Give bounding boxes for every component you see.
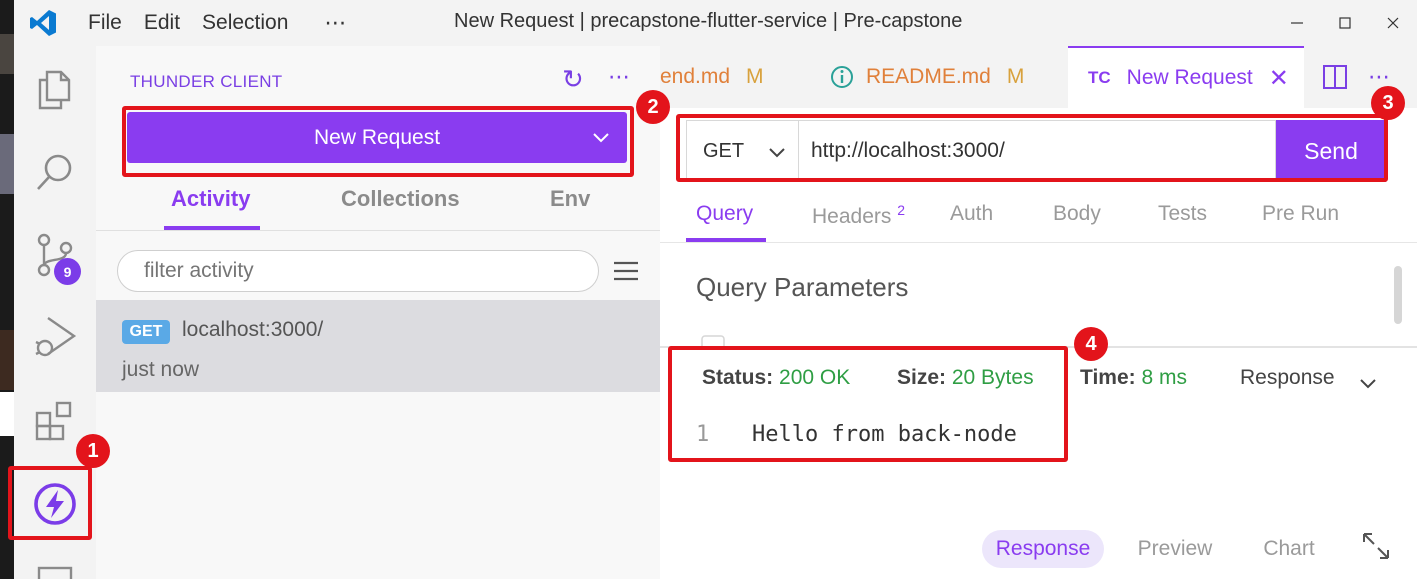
chevron-down-icon[interactable] (1358, 374, 1378, 394)
activity-list-item[interactable]: GET localhost:3000/ just now (96, 300, 660, 392)
tab-filename: README.md (866, 65, 991, 88)
query-parameters-title: Query Parameters (696, 272, 909, 302)
scrollbar[interactable] (1394, 266, 1402, 324)
headers-count: 2 (897, 202, 906, 218)
split-editor-icon[interactable] (1322, 64, 1348, 90)
time-label: Time: (1080, 366, 1136, 389)
menu-more-icon[interactable]: ⋯ (324, 10, 347, 36)
method-badge: GET (122, 320, 170, 344)
tab-collections[interactable]: Collections (341, 186, 460, 212)
annotation-box-4 (668, 346, 1068, 462)
sidebar-divider (96, 230, 660, 231)
accounts-icon[interactable] (32, 558, 78, 579)
vscode-logo-icon (14, 0, 72, 46)
info-icon (831, 66, 853, 88)
activity-time: just now (122, 358, 200, 381)
tab-body[interactable]: Body (1053, 202, 1101, 226)
tab-chart[interactable]: Chart (1254, 530, 1324, 568)
modified-flag: M (1006, 65, 1025, 88)
tab-response[interactable]: Response (982, 530, 1104, 568)
explorer-icon[interactable] (32, 66, 78, 112)
refresh-icon[interactable]: ↻ (562, 64, 584, 95)
source-control-badge: 9 (54, 258, 81, 285)
title-bar: File Edit Selection ⋯ New Request | prec… (14, 0, 1417, 46)
tab-pre-run[interactable]: Pre Run (1262, 202, 1339, 226)
desktop-thumbnail (0, 34, 14, 74)
filter-menu-icon[interactable] (612, 256, 640, 286)
minimize-icon[interactable] (1273, 0, 1321, 46)
response-view-tabs: Response Preview Chart (660, 530, 1417, 570)
modified-flag: M (746, 65, 764, 88)
tab-new-request[interactable]: TC New Request ✕ (1068, 46, 1304, 108)
request-tabs-divider (660, 242, 1417, 243)
menu-file[interactable]: File (88, 11, 122, 35)
tab-filename: end.md (660, 65, 731, 88)
editor-tabstrip: end.md M README.md M TC New Request ✕ ⋯ (660, 46, 1417, 108)
annotation-marker-3: 3 (1371, 86, 1405, 120)
annotation-box-2 (122, 106, 634, 177)
response-view-select[interactable]: Response (1240, 366, 1335, 390)
close-window-icon[interactable] (1369, 0, 1417, 46)
menu-edit[interactable]: Edit (144, 11, 180, 35)
run-debug-icon[interactable] (32, 314, 78, 360)
annotation-marker-2: 2 (636, 90, 670, 124)
time-info: Time: 8 ms (1080, 366, 1187, 390)
desktop-thumbnail (0, 134, 14, 194)
tab-activity[interactable]: Activity (171, 186, 250, 212)
desktop-thumbnail (0, 392, 14, 436)
search-icon[interactable] (32, 149, 78, 195)
request-tabs: Query Headers 2 Auth Body Tests Pre Run (660, 202, 1417, 242)
tab-tests[interactable]: Tests (1158, 202, 1207, 226)
tab-headers-label: Headers (812, 205, 892, 228)
tab-filename: New Request (1126, 66, 1253, 89)
maximize-icon[interactable] (1321, 0, 1369, 46)
filter-activity-input[interactable] (117, 250, 599, 292)
annotation-marker-1: 1 (76, 434, 110, 468)
sidebar-more-icon[interactable]: ⋯ (608, 64, 631, 90)
thunder-client-tab-icon: TC (1088, 68, 1111, 87)
desktop-thumbnail (0, 330, 14, 390)
tab-env[interactable]: Env (550, 186, 590, 212)
tab-end-md[interactable]: end.md M (660, 46, 800, 108)
menu-selection[interactable]: Selection (202, 11, 288, 35)
window-title: New Request | precapstone-flutter-servic… (454, 10, 963, 32)
annotation-box-1 (8, 466, 92, 540)
tab-readme-md[interactable]: README.md M (808, 46, 1038, 108)
tab-query[interactable]: Query (696, 202, 753, 226)
annotation-marker-4: 4 (1074, 327, 1108, 361)
annotation-box-3 (676, 114, 1388, 182)
tab-auth[interactable]: Auth (950, 202, 993, 226)
activity-url: localhost:3000/ (182, 318, 324, 341)
extensions-icon[interactable] (32, 398, 78, 444)
time-value: 8 ms (1141, 366, 1187, 389)
tab-headers[interactable]: Headers 2 (812, 202, 905, 229)
sidebar-title: THUNDER CLIENT (130, 72, 283, 91)
expand-icon[interactable] (1360, 530, 1392, 562)
tab-preview[interactable]: Preview (1128, 530, 1222, 568)
close-tab-icon[interactable]: ✕ (1269, 64, 1289, 93)
